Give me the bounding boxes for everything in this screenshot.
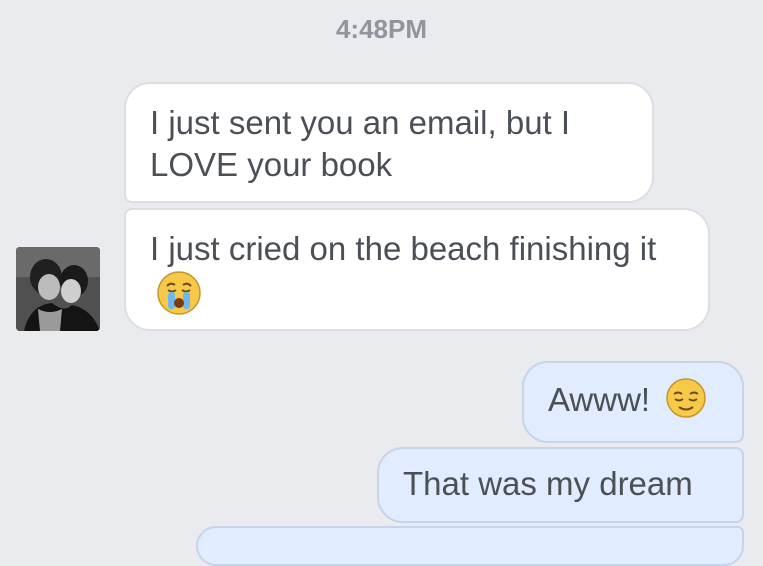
- message-text: Awww!: [548, 381, 651, 418]
- message-bubble-outgoing[interactable]: Awww!: [522, 361, 744, 443]
- message-bubble-incoming[interactable]: I just cried on the beach finishing it: [124, 208, 710, 331]
- avatar[interactable]: [16, 247, 100, 331]
- timestamp: 4:48PM: [335, 14, 428, 44]
- crying-face-icon: [156, 270, 202, 326]
- message-text: I just cried on the beach finishing it: [150, 230, 657, 267]
- message-text: That was my dream: [403, 465, 693, 502]
- message-bubble-incoming[interactable]: I just sent you an email, but I LOVE you…: [124, 82, 654, 203]
- message-text: I just sent you an email, but I LOVE you…: [150, 104, 571, 183]
- message-bubble-outgoing-partial[interactable]: [196, 526, 744, 566]
- message-bubble-outgoing[interactable]: That was my dream: [377, 447, 744, 523]
- relieved-face-icon: [665, 377, 707, 429]
